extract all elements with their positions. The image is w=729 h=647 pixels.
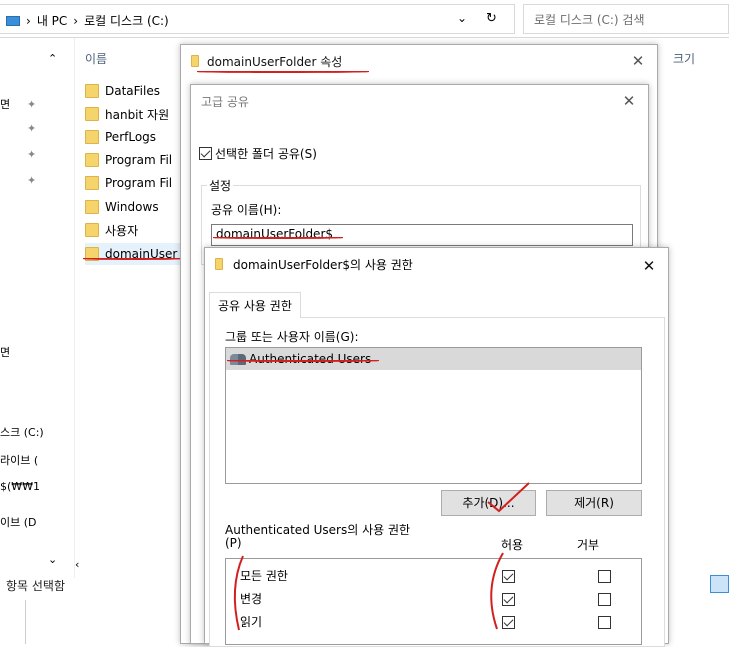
bottom-strip: [25, 600, 26, 644]
permission-row: 변경: [240, 588, 640, 608]
nav-item-drive-d[interactable]: 이브 (D: [0, 514, 37, 530]
file-item-selected[interactable]: domainUser: [85, 243, 195, 265]
pin-icon: ✦: [27, 122, 37, 135]
chevron-right-icon: ›: [26, 13, 31, 28]
nav-item-drive-2[interactable]: 라이브 (: [0, 452, 38, 468]
pin-icon: ✦: [27, 98, 37, 111]
nav-fragment: 면: [0, 346, 11, 359]
pc-icon: [6, 15, 20, 26]
address-bar[interactable]: › 내 PC › 로컬 디스크 (C:) ⌄ ↻: [0, 4, 515, 34]
chevron-down-icon[interactable]: ⌄: [457, 11, 467, 25]
share-name-label: 공유 이름(H):: [211, 203, 282, 217]
permissions-title: domainUserFolder$의 사용 권한: [233, 257, 413, 272]
annotation-bracket: [233, 555, 244, 631]
deny-checkbox[interactable]: [597, 593, 611, 606]
folder-icon: [85, 153, 99, 167]
file-item[interactable]: Program Fil: [85, 172, 172, 194]
permissions-label: Authenticated Users의 사용 권한: [225, 523, 411, 537]
folder-icon: [85, 130, 99, 144]
deny-checkbox[interactable]: [597, 570, 611, 583]
close-icon[interactable]: ✕: [627, 50, 649, 72]
scroll-up-icon[interactable]: ⌃: [48, 52, 57, 65]
scroll-down-icon[interactable]: ⌄: [48, 553, 57, 566]
status-text: 항목 선택함: [6, 579, 66, 593]
close-icon[interactable]: ✕: [618, 90, 640, 112]
chevron-right-icon: ›: [73, 13, 79, 28]
deny-header: 거부: [577, 538, 600, 552]
folder-icon: [85, 176, 99, 190]
breadcrumb: › 내 PC › 로컬 디스크 (C:): [6, 12, 169, 29]
permissions-title-bar: domainUserFolder$의 사용 권한: [205, 248, 668, 280]
share-folder-checkbox-row[interactable]: 선택한 폴더 공유(S): [199, 145, 317, 162]
deny-checkbox[interactable]: [597, 616, 611, 629]
nav-item-local-disk[interactable]: 스크 (C:): [0, 424, 44, 440]
folder-icon: [85, 200, 99, 214]
folder-icon: [85, 107, 99, 121]
tab-share-permissions[interactable]: 공유 사용 권한: [209, 292, 301, 318]
folder-icon: [85, 223, 99, 237]
properties-title: domainUserFolder 속성: [207, 54, 343, 69]
permissions-label-p: (P): [225, 536, 242, 550]
group-users-label: 그룹 또는 사용자 이름(G):: [225, 330, 359, 344]
share-folder-label: 선택한 폴더 공유(S): [215, 147, 317, 161]
users-group-icon: [230, 353, 246, 365]
breadcrumb-item-pc[interactable]: 내 PC: [37, 12, 67, 29]
file-item[interactable]: Program Fil: [85, 149, 172, 171]
file-item[interactable]: hanbit 자원: [85, 103, 169, 125]
file-item[interactable]: 사용자: [85, 219, 138, 241]
settings-label: 설정: [207, 177, 234, 194]
users-listbox[interactable]: Authenticated Users: [225, 347, 642, 484]
advanced-sharing-title-bar: 고급 공유: [191, 85, 648, 117]
annotation-underline: [83, 258, 183, 260]
annotation-bracket: [490, 552, 504, 630]
search-input[interactable]: 로컬 디스크 (C:) 검색: [523, 4, 729, 34]
column-size-header[interactable]: 크기: [673, 50, 695, 67]
navigation-pane: ⌃ 면 ✦ ✦ ✦ ✦ 면 스크 (C:) 라이브 ( $(₩₩1 이브 (D …: [0, 38, 75, 578]
file-item[interactable]: DataFiles: [85, 80, 160, 102]
folder-icon: [85, 84, 99, 98]
annotation-underline: [213, 237, 343, 239]
annotation-underline: [197, 71, 369, 73]
breadcrumb-item-drive[interactable]: 로컬 디스크 (C:): [84, 12, 169, 29]
column-name-header[interactable]: 이름: [85, 50, 107, 67]
nav-item-network-share[interactable]: $(₩₩1: [0, 480, 40, 493]
refresh-icon[interactable]: ↻: [486, 11, 497, 26]
permission-name: 모든 권한: [240, 569, 288, 583]
file-item[interactable]: PerfLogs: [85, 126, 156, 148]
folder-icon: [215, 258, 223, 270]
share-folder-checkbox[interactable]: [199, 147, 212, 160]
nav-fragment: 면: [0, 98, 11, 111]
pin-icon: ✦: [27, 148, 37, 161]
permission-row: 읽기: [240, 611, 640, 631]
permissions-list: 모든 권한 변경 읽기: [225, 558, 642, 645]
file-item[interactable]: Windows: [85, 196, 159, 218]
address-bar-area: › 내 PC › 로컬 디스크 (C:) ⌄ ↻ 로컬 디스크 (C:) 검색: [0, 0, 729, 38]
annotation-underline: [227, 360, 379, 362]
permission-row: 모든 권한: [240, 565, 640, 585]
list-item[interactable]: Authenticated Users: [226, 348, 641, 370]
scroll-left-icon[interactable]: ‹: [75, 558, 79, 571]
close-icon[interactable]: ✕: [638, 255, 660, 277]
details-view-icon[interactable]: [710, 575, 729, 593]
folder-icon: [191, 55, 199, 67]
permissions-dialog: domainUserFolder$의 사용 권한 ✕ 공유 사용 권한 그룹 또…: [204, 247, 669, 647]
annotation-checkmark: [487, 482, 530, 513]
remove-button[interactable]: 제거(R): [546, 490, 642, 516]
share-name-input[interactable]: domainUserFolder$: [211, 224, 633, 246]
advanced-sharing-title: 고급 공유: [201, 94, 249, 109]
pin-icon: ✦: [27, 174, 37, 187]
